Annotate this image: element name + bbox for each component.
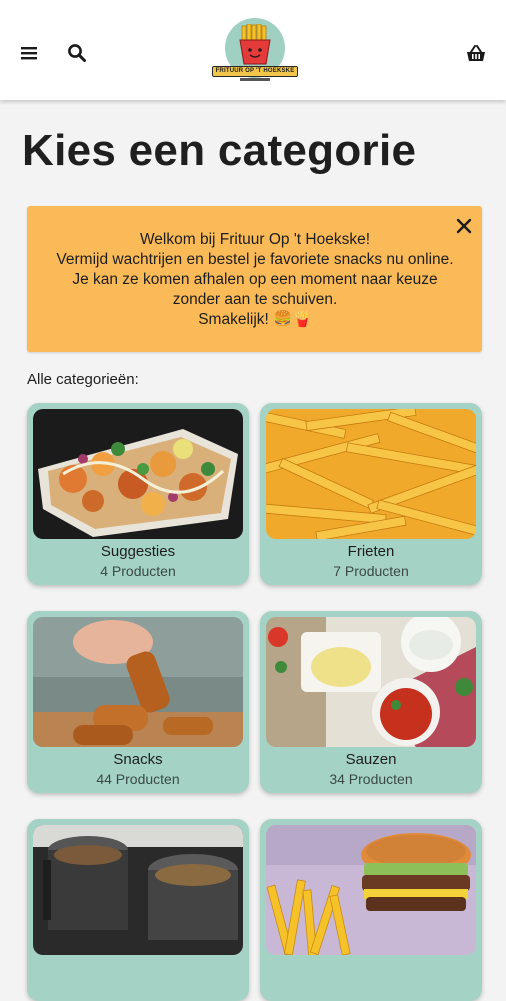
category-card-6[interactable] xyxy=(260,819,482,1001)
category-card-sauzen[interactable]: Sauzen 34 Producten xyxy=(260,611,482,793)
category-5-image xyxy=(33,825,243,955)
notice-line: Smakelijk! 🍔🍟 xyxy=(198,311,312,328)
category-count: 34 Producten xyxy=(329,771,413,787)
category-count: 7 Producten xyxy=(333,563,409,579)
notice-line: Je kan ze komen afhalen op een moment na… xyxy=(72,271,438,288)
notice-line: zonder aan te schuiven. xyxy=(172,291,338,308)
category-6-image xyxy=(266,825,476,955)
search-button[interactable] xyxy=(62,38,92,68)
category-count: 4 Producten xyxy=(100,563,176,579)
frituur-logo[interactable]: FRITUUR OP 'T HOEKSKE xyxy=(210,18,300,84)
logo-banner: FRITUUR OP 'T HOEKSKE xyxy=(212,66,298,77)
close-icon xyxy=(456,218,472,234)
notice-text: Welkom bij Frituur Op 't Hoekske! Vermij… xyxy=(35,230,475,330)
search-icon xyxy=(68,44,86,62)
category-card-suggesties[interactable]: Suggesties 4 Producten xyxy=(27,403,249,585)
category-name: Sauzen xyxy=(345,751,397,768)
snacks-image xyxy=(33,617,243,747)
suggesties-image xyxy=(33,409,243,539)
sauzen-image xyxy=(266,617,476,747)
basket-button[interactable] xyxy=(460,40,492,68)
basket-icon xyxy=(467,45,485,61)
section-label: Alle categorieën: xyxy=(27,371,139,388)
frieten-image xyxy=(266,409,476,539)
category-card-5[interactable] xyxy=(27,819,249,1001)
notice-line: Vermijd wachtrijen en bestel je favoriet… xyxy=(56,251,454,268)
page-title: Kies een categorie xyxy=(22,126,417,175)
category-name: Suggesties xyxy=(100,543,176,560)
category-card-snacks[interactable]: Snacks 44 Producten xyxy=(27,611,249,793)
logo-underline xyxy=(240,78,270,81)
menu-button[interactable] xyxy=(14,40,44,66)
category-count: 44 Producten xyxy=(96,771,180,787)
notice-line: Welkom bij Frituur Op 't Hoekske! xyxy=(139,231,371,248)
category-name: Frieten xyxy=(347,543,395,560)
menu-icon xyxy=(21,47,37,60)
app-header: FRITUUR OP 'T HOEKSKE xyxy=(0,0,506,100)
fries-icon xyxy=(239,24,271,65)
close-notice-button[interactable] xyxy=(452,214,476,238)
welcome-notice: Welkom bij Frituur Op 't Hoekske! Vermij… xyxy=(27,206,482,352)
category-card-frieten[interactable]: Frieten 7 Producten xyxy=(260,403,482,585)
category-name: Snacks xyxy=(113,751,163,768)
